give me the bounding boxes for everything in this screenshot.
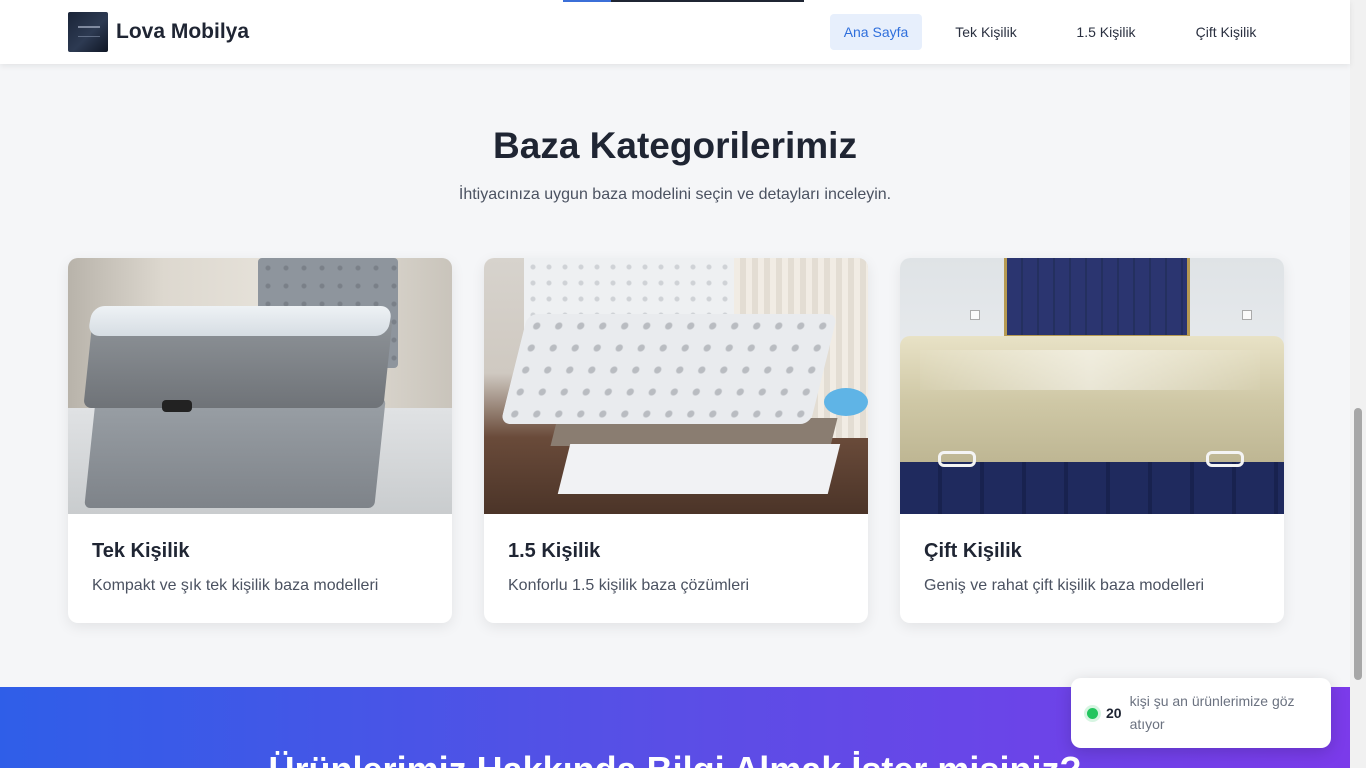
brand-logo — [68, 12, 108, 52]
main-nav: Ana Sayfa Tek Kişilik 1.5 Kişilik Çift K… — [830, 14, 1282, 50]
nav-item-single[interactable]: Tek Kişilik — [930, 14, 1042, 50]
single-bed-image — [68, 258, 452, 514]
scrollbar-thumb[interactable] — [1354, 408, 1362, 680]
category-card-double[interactable]: Çift Kişilik Geniş ve rahat çift kişilik… — [900, 258, 1284, 623]
cta-title: Ürünlerimiz Hakkında Bilgi Almak İster m… — [0, 749, 1350, 768]
live-status-icon — [1087, 707, 1098, 719]
category-card-single[interactable]: Tek Kişilik Kompakt ve şık tek kişilik b… — [68, 258, 452, 623]
nav-item-double[interactable]: Çift Kişilik — [1170, 14, 1282, 50]
page-scrollbar[interactable] — [1350, 0, 1366, 768]
page-loading-bar-progress — [563, 0, 611, 2]
nav-item-one-and-half[interactable]: 1.5 Kişilik — [1050, 14, 1162, 50]
card-description: Kompakt ve şık tek kişilik baza modeller… — [92, 577, 379, 594]
double-bed-image — [900, 258, 1284, 514]
live-viewers-widget: 20 kişi şu an ürünlerimize göz atıyor — [1071, 678, 1331, 748]
card-title: Çift Kişilik — [924, 540, 1022, 562]
card-title: Tek Kişilik — [92, 540, 190, 562]
site-header: Lova Mobilya Ana Sayfa Tek Kişilik 1.5 K… — [0, 0, 1350, 64]
nav-item-home[interactable]: Ana Sayfa — [830, 14, 922, 50]
card-title: 1.5 Kişilik — [508, 540, 601, 562]
viewer-count: 20 — [1106, 705, 1122, 721]
section-title: Baza Kategorilerimiz — [493, 125, 857, 166]
section-subtitle: İhtiyacınıza uygun baza modelini seçin v… — [458, 186, 892, 203]
one-and-half-bed-image — [484, 258, 868, 514]
brand-name: Lova Mobilya — [116, 20, 250, 43]
card-description: Geniş ve rahat çift kişilik baza modelle… — [924, 577, 1205, 594]
brand-link[interactable]: Lova Mobilya — [68, 12, 249, 52]
card-description: Konforlu 1.5 kişilik baza çözümleri — [508, 577, 749, 594]
viewer-text: kişi şu an ürünlerimize göz atıyor — [1129, 693, 1295, 732]
category-card-one-and-half[interactable]: 1.5 Kişilik Konforlu 1.5 kişilik baza çö… — [484, 258, 868, 623]
category-cards: Tek Kişilik Kompakt ve şık tek kişilik b… — [68, 258, 1284, 623]
